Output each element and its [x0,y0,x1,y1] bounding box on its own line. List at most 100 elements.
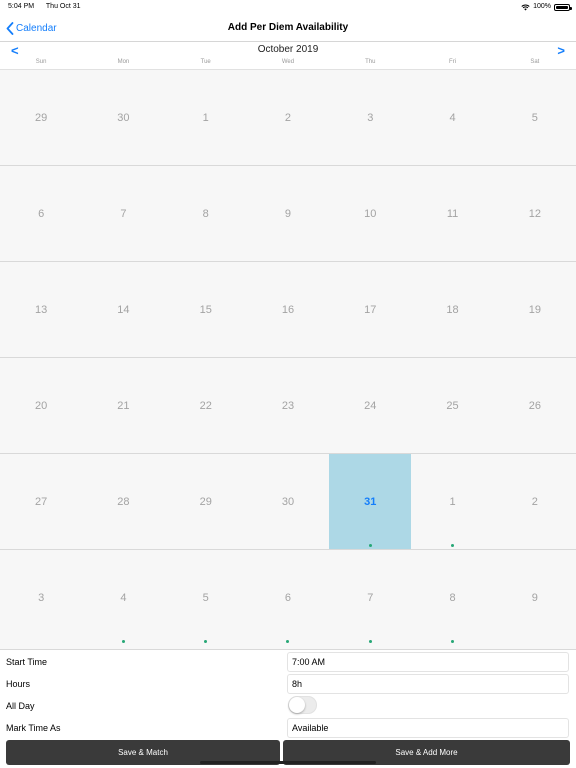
day-number: 16 [281,304,295,316]
calendar-day[interactable]: 19 [494,262,576,357]
day-number: 9 [531,592,538,604]
day-number: 28 [117,496,130,508]
day-number: 21 [117,400,130,412]
calendar-day[interactable]: 4 [82,550,164,645]
calendar-day[interactable]: 22 [165,358,247,453]
calendar-day[interactable]: 18 [411,262,493,357]
day-number: 18 [446,304,459,316]
day-number: 23 [281,400,295,412]
day-number: 7 [120,208,127,220]
calendar-day[interactable]: 8 [165,166,247,261]
day-number: 7 [367,592,374,604]
day-number: 27 [35,496,48,508]
day-number: 29 [35,112,48,124]
calendar-day[interactable]: 9 [494,550,576,645]
calendar-day[interactable]: 23 [247,358,329,453]
calendar-week-row: 29 30 1 2 3 4 5 [0,69,576,165]
calendar-day[interactable]: 8 [411,550,493,645]
calendar-day[interactable]: 29 [165,454,247,549]
calendar-day[interactable]: 5 [165,550,247,645]
day-number: 4 [449,112,456,124]
calendar-day[interactable]: 13 [0,262,82,357]
calendar-week-row: 3 4 5 6 7 8 9 [0,549,576,645]
calendar-day[interactable]: 3 [0,550,82,645]
calendar-day[interactable]: 16 [247,262,329,357]
mark-time-field[interactable]: Available [287,718,569,738]
day-number: 12 [528,208,541,220]
weekday-label: Wed [281,59,295,65]
day-number: 14 [117,304,130,316]
calendar-day[interactable]: 10 [329,166,411,261]
calendar-day[interactable]: 28 [82,454,164,549]
day-number: 26 [528,400,541,412]
weekday-label: Sun [35,59,47,65]
day-number: 22 [199,400,212,412]
day-number: 29 [199,496,212,508]
month-title: October 2019 [257,44,319,55]
calendar-week-row: 20 21 22 23 24 25 26 [0,357,576,453]
calendar-day[interactable]: 15 [165,262,247,357]
calendar-day[interactable]: 11 [411,166,493,261]
calendar-day[interactable]: 2 [247,70,329,165]
availability-dot-icon [451,544,455,547]
status-time: 5:04 PM [8,3,35,10]
weekday-label: Sat [530,59,540,65]
calendar-day[interactable]: 17 [329,262,411,357]
calendar-day[interactable]: 7 [82,166,164,261]
calendar-grid: 29 30 1 2 3 4 5 6 7 8 9 10 11 12 13 14 15 16 17 18 19 20 21 22 2… [0,69,576,649]
day-number: 31 [364,496,377,508]
calendar-day[interactable]: 21 [82,358,164,453]
calendar-day[interactable]: 12 [494,166,576,261]
calendar-day[interactable]: 30 [82,70,164,165]
calendar-day[interactable]: 29 [0,70,82,165]
day-number: 5 [531,112,538,124]
hours-field[interactable]: 8h [287,674,569,694]
calendar-day[interactable]: 20 [0,358,82,453]
all-day-toggle[interactable] [288,696,317,714]
home-indicator [200,761,376,764]
weekday-label: Thu [365,59,376,65]
day-number: 2 [284,112,292,124]
availability-dot-icon [286,640,290,643]
calendar-day[interactable]: 27 [0,454,82,549]
battery-icon [554,3,572,11]
calendar-day[interactable]: 6 [0,166,82,261]
availability-dot-icon [121,640,125,643]
weekday-label: Mon [117,59,130,65]
calendar-day[interactable]: 26 [494,358,576,453]
day-number: 24 [364,400,377,412]
day-number: 6 [38,208,45,220]
wifi-icon [521,4,530,10]
calendar-day[interactable]: 4 [411,70,493,165]
availability-dot-icon [204,640,208,643]
calendar-day[interactable]: 24 [329,358,411,453]
availability-form: Start Time 7:00 AM Hours 8h All Day Mark… [0,649,576,768]
calendar-day-selected[interactable]: 31 [329,454,412,549]
day-number: 2 [531,496,538,508]
start-time-row: Start Time 7:00 AM [0,651,576,673]
mark-time-row: Mark Time As Available [0,717,576,739]
next-month-button[interactable]: > [557,43,565,58]
day-number: 13 [35,304,48,316]
calendar-day[interactable]: 1 [411,454,493,549]
availability-dot-icon [451,640,455,643]
battery-percent: 100% [533,3,551,10]
calendar-day[interactable]: 2 [494,454,576,549]
calendar-day[interactable]: 25 [411,358,493,453]
calendar-day[interactable]: 3 [329,70,411,165]
availability-dot-icon [368,640,372,643]
calendar-day[interactable]: 30 [247,454,329,549]
day-number: 19 [528,304,541,316]
calendar-week-row: 13 14 15 16 17 18 19 [0,261,576,357]
calendar-day[interactable]: 5 [494,70,576,165]
start-time-field[interactable]: 7:00 AM [287,652,569,672]
calendar-week-row: 6 7 8 9 10 11 12 [0,165,576,261]
calendar-day[interactable]: 1 [165,70,247,165]
calendar-day[interactable]: 6 [247,550,329,645]
calendar-day[interactable]: 9 [247,166,329,261]
navigation-bar: Calendar Add Per Diem Availability [0,14,576,42]
calendar-day[interactable]: 7 [329,550,411,645]
calendar-day[interactable]: 14 [82,262,164,357]
start-time-label: Start Time [6,657,48,667]
hours-row: Hours 8h [0,673,576,695]
